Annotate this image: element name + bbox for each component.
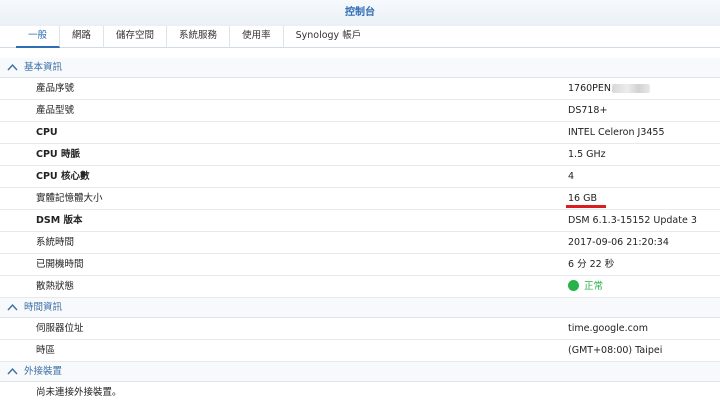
info-row-dsm-version: DSM 版本 DSM 6.1.3-15152 Update 3 [0,210,720,232]
info-row-thermal: 散熱狀態 正常 [0,276,720,298]
tab-services[interactable]: 系統服務 [167,26,231,48]
serial-number-visible: 1760PEN [568,83,612,94]
info-row-cpu-clock: CPU 時脈 1.5 GHz [0,144,720,166]
row-label: 散熱狀態 [36,281,75,292]
section-header-time-info[interactable]: 時間資訊 [0,298,720,318]
row-label: CPU [36,127,58,138]
row-label: 系統時間 [36,237,75,248]
row-label: 產品序號 [36,83,75,94]
window-title: 控制台 [0,0,720,26]
row-label: 實體記憶體大小 [36,193,103,204]
thermal-status-text: 正常 [584,281,604,292]
row-label: CPU 核心數 [36,171,90,182]
info-row-model: 產品型號 DS718+ [0,100,720,122]
row-label: 產品型號 [36,105,75,116]
redacted-blur [612,84,651,93]
info-row-cpu-cores: CPU 核心數 4 [0,166,720,188]
row-value: 6 分 22 秒 [568,259,615,270]
row-value: (GMT+08:00) Taipei [568,345,663,356]
section-title: 基本資訊 [24,62,63,73]
row-value: 1760PEN [568,78,651,100]
row-value: 1.5 GHz [568,149,606,160]
tab-general[interactable]: 一般 [16,26,61,48]
info-row-cpu: CPU INTEL Celeron J3455 [0,122,720,144]
row-value: 2017-09-06 21:20:34 [568,237,669,248]
tab-network[interactable]: 網路 [60,26,105,48]
row-value: time.google.com [568,323,648,334]
row-label: 時區 [36,345,56,356]
chevron-up-icon[interactable] [7,303,18,312]
row-label: CPU 時脈 [36,149,80,160]
info-row-ntp-server: 伺服器位址 time.google.com [0,318,720,340]
section-header-basic-info[interactable]: 基本資訊 [0,58,720,78]
section-title: 時間資訊 [24,302,63,313]
highlight-underline [566,205,606,208]
chevron-up-icon[interactable] [7,63,18,72]
row-value: 正常 [568,276,603,298]
row-label: DSM 版本 [36,215,83,226]
section-header-external-devices[interactable]: 外接裝置 [0,362,720,382]
row-value: DSM 6.1.3-15152 Update 3 [568,215,697,226]
tab-usage[interactable]: 使用率 [230,26,284,48]
section-title: 外接裝置 [24,366,63,377]
info-row-system-time: 系統時間 2017-09-06 21:20:34 [0,232,720,254]
status-ok-dot-icon [568,280,579,291]
row-value: DS718+ [568,105,608,116]
tab-storage[interactable]: 儲存空間 [104,26,168,48]
row-value: INTEL Celeron J3455 [568,127,665,138]
row-label: 伺服器位址 [36,323,84,334]
row-label: 已開機時間 [36,259,84,270]
info-row-memory: 實體記憶體大小 16 GB [0,188,720,210]
chevron-up-icon[interactable] [7,367,18,376]
info-row-uptime: 已開機時間 6 分 22 秒 [0,254,720,276]
info-row-timezone: 時區 (GMT+08:00) Taipei [0,340,720,362]
tab-synology-account[interactable]: Synology 帳戶 [284,26,374,48]
info-row-serial: 產品序號 1760PEN [0,78,720,100]
external-devices-message-row: 尚未連接外接裝置。 [0,382,720,404]
no-devices-message: 尚未連接外接裝置。 [36,387,122,398]
tab-bar: 一般 網路 儲存空間 系統服務 使用率 Synology 帳戶 [0,26,720,48]
row-value: 4 [568,171,575,182]
